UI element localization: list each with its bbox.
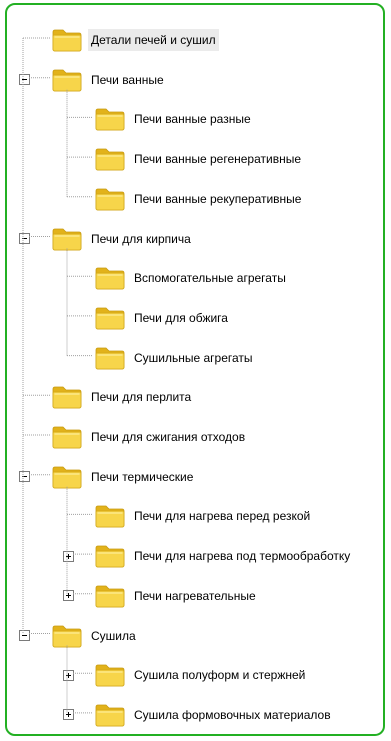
tree-item-label: Сушила полуформ и стержней <box>134 668 306 683</box>
tree-item-label: Вспомогательные агрегаты <box>134 271 286 286</box>
tree-item-16[interactable]: Сушила <box>52 622 139 650</box>
folder-icon <box>95 266 125 290</box>
minus-box-icon[interactable] <box>19 471 30 483</box>
folder-icon <box>52 227 82 251</box>
tree-item-3[interactable]: Печи ванные разные <box>95 105 254 133</box>
plus-box-icon[interactable] <box>63 669 74 681</box>
folder-icon <box>52 465 82 489</box>
tree-item-10[interactable]: Печи для перлита <box>52 383 194 411</box>
folder-icon <box>95 306 125 330</box>
tree-item-2[interactable]: Печи ванные <box>52 66 167 94</box>
folder-icon <box>52 425 82 449</box>
tree-item-label: Печи для сжигания отходов <box>91 430 246 444</box>
folder-icon <box>95 107 125 131</box>
tree-item-18[interactable]: Сушила формовочных материалов <box>95 701 334 729</box>
tree-item-label: Печи для обжига <box>134 310 228 325</box>
folder-icon <box>95 703 125 727</box>
tree-item-15[interactable]: Печи нагревательные <box>95 582 259 610</box>
folder-icon <box>95 346 125 370</box>
tree-item-label: Печи ванные разные <box>134 112 251 127</box>
minus-box-icon[interactable] <box>19 74 30 86</box>
folder-icon <box>95 187 125 211</box>
folder-icon <box>95 584 125 608</box>
folder-icon <box>52 68 82 92</box>
tree-item-4[interactable]: Печи ванные регенеративные <box>95 145 304 173</box>
tree-item-label: Печи термические <box>91 469 194 484</box>
folder-icon <box>95 147 125 171</box>
tree-item-11[interactable]: Печи для сжигания отходов <box>52 423 248 451</box>
folder-icon <box>95 663 125 687</box>
plus-box-icon[interactable] <box>63 709 74 721</box>
tree-item-label: Сушила <box>91 628 136 643</box>
tree-item-14[interactable]: Печи для нагрева под термообработку <box>95 542 353 570</box>
tree-item-label: Печи для нагрева перед резкой <box>134 509 311 524</box>
tree-item-9[interactable]: Сушильные агрегаты <box>95 344 256 372</box>
minus-box-icon[interactable] <box>19 233 30 244</box>
tree-item-7[interactable]: Вспомогательные агрегаты <box>95 264 289 292</box>
folder-icon <box>52 385 82 409</box>
tree-item-label: Сушильные агрегаты <box>134 350 253 365</box>
tree-item-label: Печи для кирпича <box>91 231 191 246</box>
tree-item-label: Печи нагревательные <box>134 588 256 603</box>
tree-item-label: Печи ванные регенеративные <box>134 152 302 167</box>
folder-icon <box>52 28 82 52</box>
tree-item-17[interactable]: Сушила полуформ и стержней <box>95 661 308 689</box>
folder-tree[interactable]: Детали печей и сушил Печи ванные Печи ванн… <box>5 3 385 736</box>
tree-item-label: Печи ванные <box>91 72 164 87</box>
tree-item-6[interactable]: Печи для кирпича <box>52 225 194 253</box>
tree-item-13[interactable]: Печи для нагрева перед резкой <box>95 502 313 530</box>
plus-box-icon[interactable] <box>63 550 74 562</box>
folder-icon <box>95 504 125 528</box>
tree-item-8[interactable]: Печи для обжига <box>95 304 231 332</box>
tree-item-5[interactable]: Печи ванные рекуперативные <box>95 185 304 213</box>
plus-box-icon[interactable] <box>63 590 74 602</box>
minus-box-icon[interactable] <box>19 630 30 641</box>
tree-item-label: Печи ванные рекуперативные <box>134 191 302 206</box>
tree-item-label: Сушила формовочных материалов <box>134 707 331 722</box>
tree-item-label: Печи для перлита <box>91 390 192 405</box>
tree-item-12[interactable]: Печи термические <box>52 463 196 491</box>
tree-item-label: Детали печей и сушил <box>88 29 219 51</box>
folder-icon <box>95 544 125 568</box>
tree-item-label: Печи для нагрева под термообработку <box>134 549 351 564</box>
folder-icon <box>52 624 82 648</box>
tree-item-1[interactable]: Детали печей и сушил <box>52 26 219 54</box>
